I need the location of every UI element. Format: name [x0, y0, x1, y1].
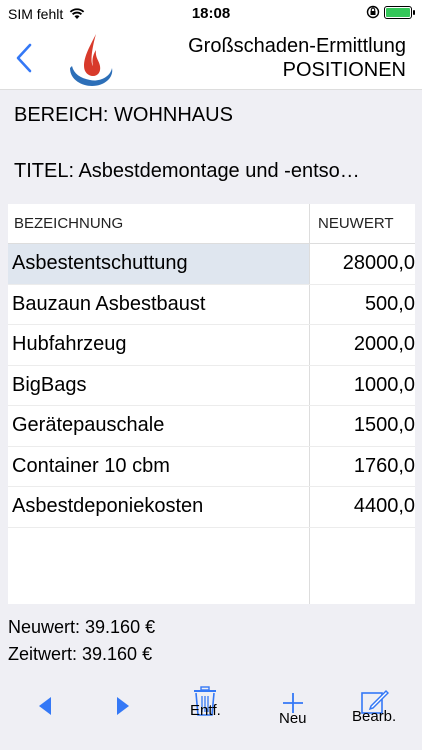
battery-fill	[386, 7, 410, 17]
table-row[interactable]: Asbestdeponiekosten 4400,0	[8, 487, 415, 528]
table-row[interactable]: BigBags 1000,0	[8, 365, 415, 406]
titel-label: TITEL: Asbestdemontage und -entso…	[14, 160, 360, 182]
row-name: Container 10 cbm	[8, 446, 310, 486]
edit-label: Bearb.	[352, 708, 397, 725]
row-value: 1000,0	[353, 373, 415, 396]
row-value: 2000,0	[353, 333, 415, 356]
previous-button[interactable]	[38, 696, 52, 716]
clock: 18:08	[191, 5, 231, 22]
bottom-toolbar: Entf. Neu Bearb.	[0, 680, 422, 750]
row-name: Hubfahrzeug	[8, 325, 310, 365]
row-value: 1500,0	[353, 414, 415, 437]
status-bar: SIM fehlt 18:08	[0, 0, 422, 28]
table-row[interactable]: Hubfahrzeug 2000,0	[8, 325, 415, 366]
app-logo	[62, 28, 118, 88]
column-header-bezeichnung[interactable]: BEZEICHNUNG	[8, 204, 310, 243]
table-empty-area	[8, 527, 415, 604]
totals-section: Neuwert: 39.160 € Zeitwert: 39.160 €	[8, 614, 155, 668]
new-label: Neu	[279, 710, 307, 727]
navigation-bar: Großschaden-Ermittlung POSITIONEN	[0, 28, 422, 90]
zeitwert-total: Zeitwert: 39.160 €	[8, 644, 153, 664]
next-button[interactable]	[116, 696, 130, 716]
new-button[interactable]: Neu	[279, 692, 307, 727]
nav-title: Großschaden-Ermittlung POSITIONEN	[188, 34, 406, 82]
row-name: Gerätepauschale	[8, 406, 310, 446]
triangle-right-icon	[117, 697, 129, 715]
rotation-lock-icon	[366, 5, 380, 19]
neuwert-total: Neuwert: 39.160 €	[8, 617, 156, 637]
triangle-left-icon	[39, 697, 51, 715]
table-header: BEZEICHNUNG NEUWERT	[8, 204, 415, 244]
table-row[interactable]: Asbestentschuttung 28000,0	[8, 244, 415, 285]
column-header-neuwert[interactable]: NEUWERT	[310, 204, 415, 243]
back-button[interactable]	[16, 38, 46, 78]
table-row[interactable]: Bauzaun Asbestbaust 500,0	[8, 284, 415, 325]
row-value: 4400,0	[353, 495, 415, 518]
nav-title-line2: POSITIONEN	[282, 59, 406, 81]
row-value: 500,0	[364, 292, 415, 315]
nav-title-line1: Großschaden-Ermittlung	[188, 35, 406, 57]
bereich-label: BEREICH: WOHNHAUS	[14, 104, 233, 126]
row-name: Asbestdeponiekosten	[8, 487, 310, 527]
edit-button[interactable]: Bearb.	[352, 688, 396, 725]
row-name: Bauzaun Asbestbaust	[8, 284, 310, 324]
positions-table: BEZEICHNUNG NEUWERT Asbestentschuttung 2…	[8, 204, 415, 604]
row-value: 28000,0	[342, 252, 415, 275]
battery-icon	[384, 5, 415, 19]
row-name: BigBags	[8, 365, 310, 405]
chevron-left-icon	[16, 43, 32, 73]
delete-label: Entf.	[190, 702, 221, 719]
status-right	[366, 5, 415, 19]
table-row[interactable]: Gerätepauschale 1500,0	[8, 406, 415, 447]
delete-button[interactable]: Entf.	[190, 686, 221, 719]
empty-column	[8, 527, 310, 604]
row-name: Asbestentschuttung	[8, 244, 310, 284]
row-value: 1760,0	[353, 454, 415, 477]
table-row[interactable]: Container 10 cbm 1760,0	[8, 446, 415, 487]
